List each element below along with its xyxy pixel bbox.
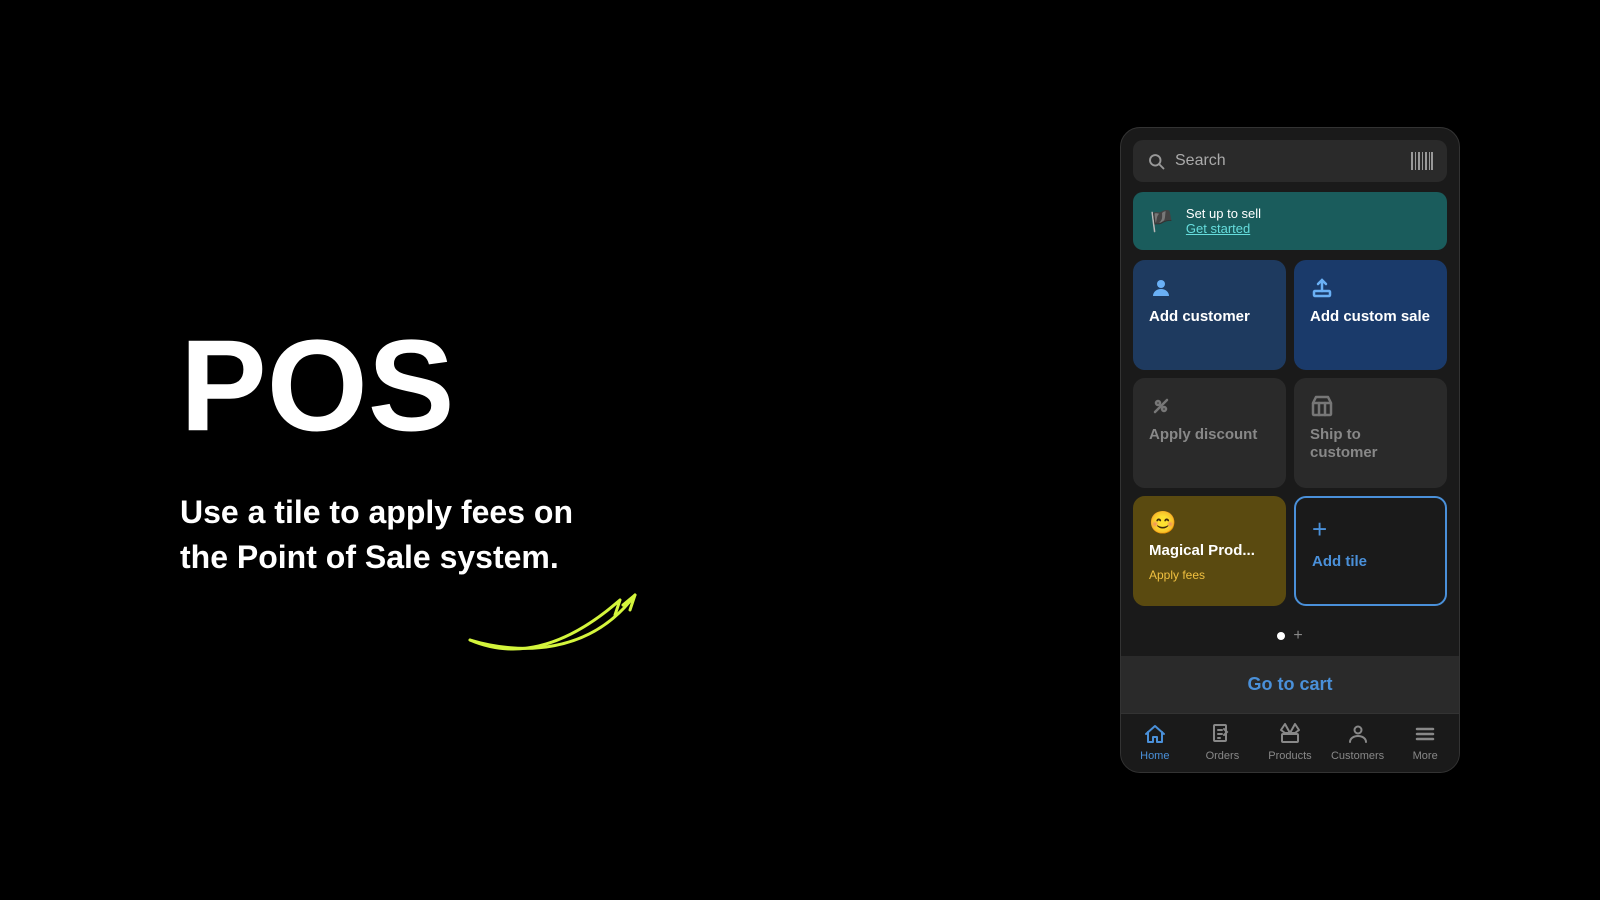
add-custom-sale-label: Add custom sale <box>1310 308 1430 326</box>
apply-fees-sublabel: Apply fees <box>1149 568 1205 582</box>
search-left: Search <box>1147 152 1226 170</box>
pagination: + <box>1133 616 1447 656</box>
go-to-cart-button[interactable]: Go to cart <box>1121 656 1459 713</box>
nav-label-home: Home <box>1140 750 1169 762</box>
box-icon <box>1310 394 1334 418</box>
flag-icon: 🏴 <box>1149 209 1174 234</box>
setup-text: Set up to sell Get started <box>1186 206 1261 236</box>
apply-discount-label: Apply discount <box>1149 426 1257 444</box>
home-icon <box>1143 722 1167 746</box>
page-dot-active[interactable] <box>1277 632 1285 640</box>
page-dot-add[interactable]: + <box>1293 628 1302 644</box>
nav-item-more[interactable]: More <box>1398 722 1453 762</box>
ship-to-customer-label: Ship to customer <box>1310 426 1431 462</box>
nav-label-orders: Orders <box>1206 750 1240 762</box>
upload-icon <box>1310 276 1334 300</box>
tile-apply-discount[interactable]: Apply discount <box>1133 378 1286 488</box>
products-icon <box>1278 722 1302 746</box>
emoji-icon: 😊 <box>1149 512 1176 534</box>
search-bar[interactable]: Search <box>1133 140 1447 182</box>
nav-item-products[interactable]: Products <box>1262 722 1317 762</box>
pos-title: POS <box>180 320 600 450</box>
nav-item-orders[interactable]: Orders <box>1195 722 1250 762</box>
get-started-link[interactable]: Get started <box>1186 221 1261 236</box>
arrow-container <box>460 560 720 660</box>
percent-icon <box>1149 394 1173 418</box>
search-placeholder: Search <box>1175 152 1226 170</box>
tile-add-custom-sale[interactable]: Add custom sale <box>1294 260 1447 370</box>
left-content: POS Use a tile to apply fees on the Poin… <box>180 320 600 580</box>
tiles-grid: Add customer Add custom sale Apply disco… <box>1133 260 1447 606</box>
add-tile-label: Add tile <box>1312 553 1367 570</box>
nav-label-customers: Customers <box>1331 750 1384 762</box>
person-icon <box>1149 276 1173 300</box>
nav-label-products: Products <box>1268 750 1311 762</box>
add-customer-label: Add customer <box>1149 308 1250 326</box>
tile-ship-to-customer[interactable]: Ship to customer <box>1294 378 1447 488</box>
setup-title: Set up to sell <box>1186 206 1261 221</box>
customers-icon <box>1346 722 1370 746</box>
pos-panel: Search 🏴 Set up to sell Get started <box>1120 127 1460 773</box>
nav-label-more: More <box>1413 750 1438 762</box>
nav-item-home[interactable]: Home <box>1127 722 1182 762</box>
bottom-nav: Home Orders Products Customers <box>1121 713 1459 772</box>
barcode-icon <box>1411 152 1433 170</box>
add-icon: + <box>1312 514 1327 545</box>
nav-item-customers[interactable]: Customers <box>1330 722 1385 762</box>
magical-prod-label: Magical Prod... <box>1149 542 1255 560</box>
arrow-illustration <box>460 560 720 660</box>
tile-add-customer[interactable]: Add customer <box>1133 260 1286 370</box>
tile-add-tile[interactable]: + Add tile <box>1294 496 1447 606</box>
orders-icon <box>1210 722 1234 746</box>
more-icon <box>1413 722 1437 746</box>
tile-magical-prod[interactable]: 😊 Magical Prod... Apply fees <box>1133 496 1286 606</box>
search-icon <box>1147 152 1165 170</box>
setup-banner[interactable]: 🏴 Set up to sell Get started <box>1133 192 1447 250</box>
